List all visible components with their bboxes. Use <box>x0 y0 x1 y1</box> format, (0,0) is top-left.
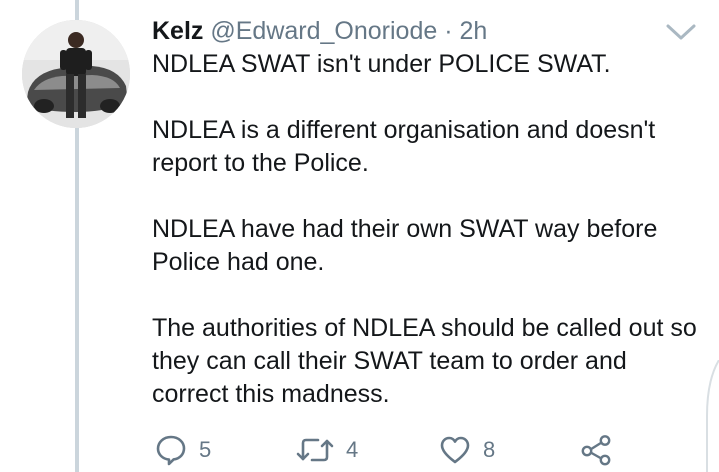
text-line: report to the Police. <box>152 149 369 177</box>
retweet-count: 4 <box>346 437 359 462</box>
heart-icon <box>440 436 470 464</box>
share-button[interactable] <box>580 430 612 470</box>
reply-button[interactable]: 5 <box>155 430 211 470</box>
tweet-card[interactable]: Kelz @Edward_Onoriode · 2h NDLEA SWAT is… <box>0 0 719 472</box>
like-count: 8 <box>483 437 496 462</box>
avatar-photo <box>22 20 130 128</box>
timestamp[interactable]: 2h <box>460 17 488 45</box>
text-line: NDLEA have had their own SWAT way before <box>152 215 658 243</box>
avatar[interactable] <box>22 20 130 128</box>
share-icon <box>581 435 611 466</box>
paragraph-1: NDLEA SWAT isn't under POLICE SWAT. <box>152 48 712 81</box>
paragraph-4: The authorities of NDLEA should be calle… <box>152 312 712 411</box>
paragraph-3: NDLEA have had their own SWAT way before… <box>152 213 712 279</box>
reply-icon <box>156 435 186 466</box>
user-handle[interactable]: @Edward_Onoriode <box>210 17 437 45</box>
reply-count: 5 <box>199 437 212 462</box>
text-line: correct this madness. <box>152 380 390 408</box>
tweet-header: Kelz @Edward_Onoriode · 2h <box>152 14 487 48</box>
like-button[interactable]: 8 <box>439 430 495 470</box>
text-line: they can call their SWAT team to order a… <box>152 347 627 375</box>
text-line: NDLEA SWAT isn't under POLICE SWAT. <box>152 50 611 78</box>
display-name[interactable]: Kelz <box>152 17 203 45</box>
tweet-text: NDLEA SWAT isn't under POLICE SWAT. NDLE… <box>152 48 712 411</box>
chevron-down-icon[interactable] <box>664 22 698 42</box>
thread-line-bottom <box>75 128 79 472</box>
thread-line-top <box>75 0 79 20</box>
text-line: Police had one. <box>152 248 325 276</box>
retweet-button[interactable]: 4 <box>296 430 358 470</box>
text-line: NDLEA is a different organisation and do… <box>152 116 656 144</box>
text-line: The authorities of NDLEA should be calle… <box>152 314 697 342</box>
scroll-edge <box>706 360 719 472</box>
paragraph-2: NDLEA is a different organisation and do… <box>152 114 712 180</box>
retweet-icon <box>296 438 334 462</box>
separator-dot: · <box>444 17 453 45</box>
action-bar: 5 4 8 <box>0 430 719 470</box>
